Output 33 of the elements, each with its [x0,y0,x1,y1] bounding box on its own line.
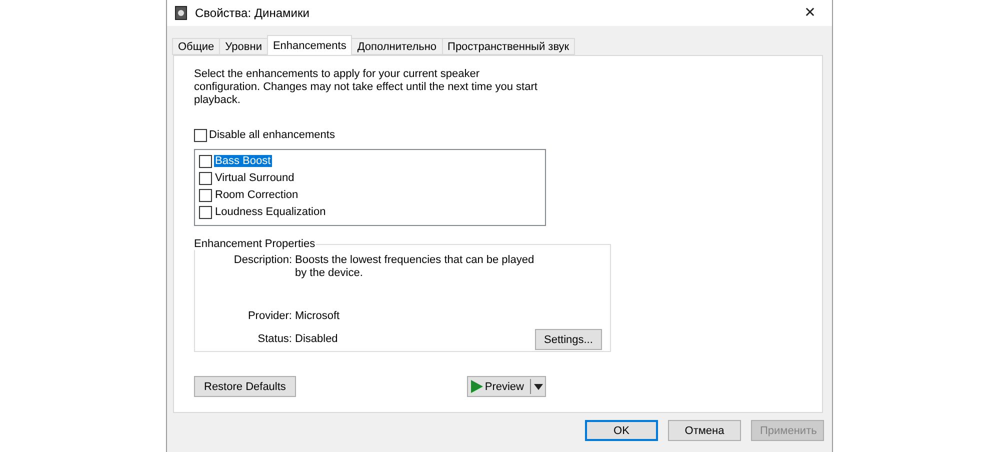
field-label: Status: [256,333,292,346]
dialog-button[interactable]: Отмена [668,420,741,441]
checkbox[interactable] [194,128,207,142]
caret-icon [533,384,544,390]
play-icon [470,380,483,393]
list-item[interactable]: Bass Boost [214,155,272,167]
checkbox[interactable] [199,154,212,168]
instructions-text: Select the enhancements to apply for your current speaker configuration. Changes may not take effect until the next time you start playback. [194,68,538,107]
field-label: Provider: [246,310,292,323]
field-value: Microsoft [295,310,341,323]
field-value: Boosts the lowest frequencies that can be played by the device. [295,254,535,280]
settings-button[interactable]: Settings... [535,329,602,350]
tab[interactable]: Общие [172,38,220,55]
list-item[interactable]: Room Correction [214,189,300,201]
window-title: Свойства: Динамики [195,6,310,20]
dialog-button[interactable]: OK [585,420,658,441]
list-item[interactable]: Loudness Equalization [214,206,327,218]
group-title: Enhancement Properties [193,238,316,250]
tab[interactable]: Дополнительно [351,38,443,55]
close-button[interactable]: ✕ [788,0,832,26]
tab[interactable]: Уровни [219,38,268,55]
tab[interactable]: Пространственный звук [442,38,576,55]
list-item[interactable]: Virtual Surround [214,172,296,184]
field-value: Disabled [295,333,339,346]
tab[interactable]: Enhancements [266,35,352,55]
speaker-icon [175,6,187,20]
field-label: Description: [232,254,292,268]
checkbox-label: Disable all enhancements [209,129,335,141]
checkbox[interactable] [199,206,212,218]
restore-defaults-button[interactable]: Restore Defaults [194,376,296,397]
checkbox[interactable] [199,172,212,184]
checkbox[interactable] [199,188,212,202]
preview-button[interactable]: Preview [466,376,546,397]
